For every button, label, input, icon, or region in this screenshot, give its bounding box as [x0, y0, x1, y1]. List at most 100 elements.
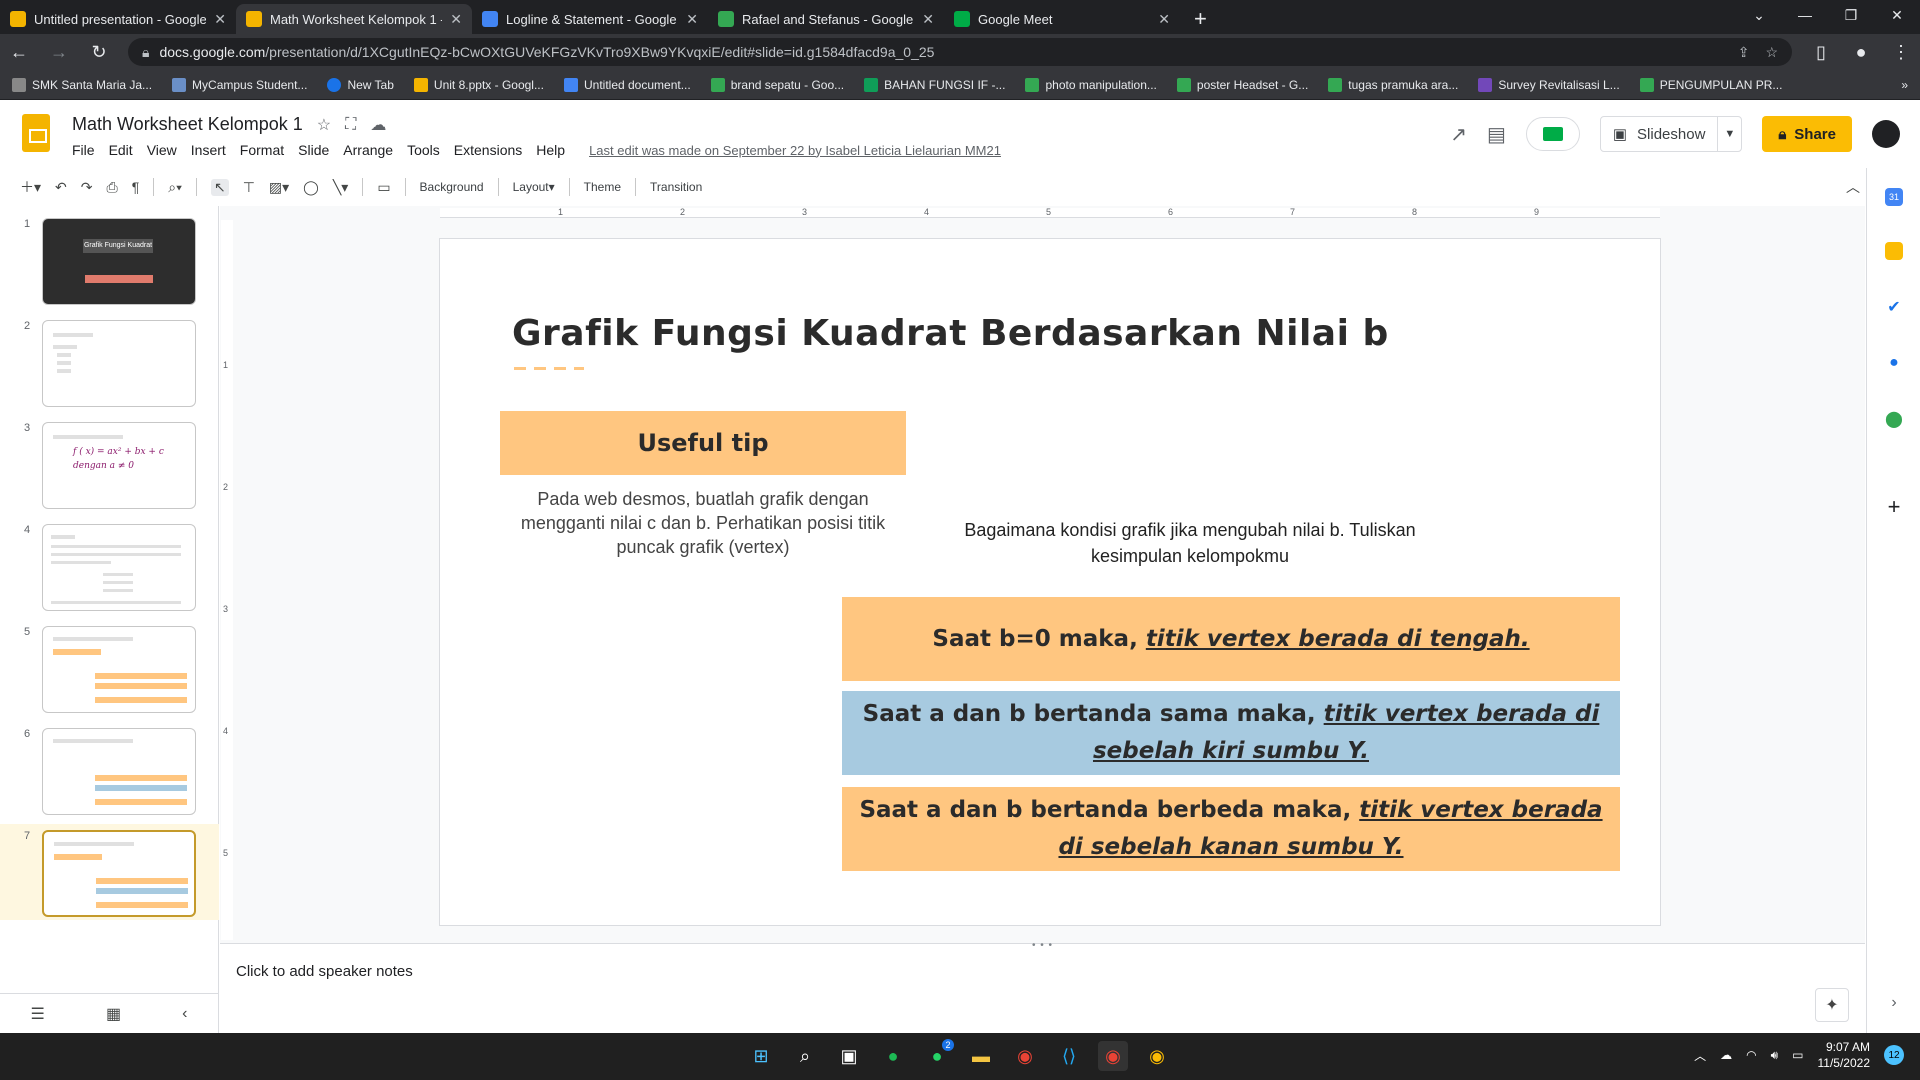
add-addon-icon[interactable]: +	[1885, 494, 1903, 519]
line-icon[interactable]: ╲▾	[333, 179, 348, 196]
browser-tab[interactable]: Untitled presentation - Google Sl ✕	[0, 4, 236, 34]
wifi-icon[interactable]: ◠	[1746, 1048, 1756, 1062]
share-page-icon[interactable]: ⇪	[1738, 44, 1750, 61]
grid-view-icon[interactable]: ▦	[106, 1004, 121, 1024]
windows-start-icon[interactable]: ⊞	[746, 1041, 776, 1071]
answer-box-1[interactable]: Saat b=0 maka, titik vertex berada di te…	[842, 597, 1620, 681]
speaker-notes-input[interactable]: Click to add speaker notes	[236, 963, 413, 980]
useful-tip-box[interactable]: Useful tip	[500, 411, 906, 475]
current-slide[interactable]: Grafik Fungsi Kuadrat Berdasarkan Nilai …	[440, 239, 1660, 925]
menu-tools[interactable]: Tools	[407, 142, 440, 158]
tray-expand-icon[interactable]: ︿	[1694, 1047, 1706, 1064]
menu-help[interactable]: Help	[536, 142, 565, 158]
bookmark-item[interactable]: Survey Revitalisasi L...	[1478, 77, 1620, 92]
calendar-icon[interactable]: 31	[1885, 188, 1903, 206]
bookmark-item[interactable]: poster Headset - G...	[1176, 77, 1308, 92]
reload-icon[interactable]: ↻	[88, 42, 110, 63]
tip-body-text[interactable]: Pada web desmos, buatlah grafik dengan m…	[510, 487, 896, 559]
chrome-canary-icon[interactable]: ◉	[1142, 1041, 1172, 1071]
bookmark-item[interactable]: SMK Santa Maria Ja...	[12, 77, 152, 92]
select-cursor-icon[interactable]: ↖	[210, 178, 229, 196]
menu-edit[interactable]: Edit	[109, 142, 133, 158]
collapse-filmstrip-icon[interactable]: ‹	[182, 1005, 187, 1023]
browser-tab[interactable]: Rafael and Stefanus - Google Dri ✕	[708, 4, 944, 34]
side-panel-icon[interactable]: ▯	[1810, 42, 1832, 63]
tab-close-icon[interactable]: ✕	[686, 11, 698, 28]
hide-side-panel-icon[interactable]: ›	[1885, 994, 1903, 1012]
answer-box-2[interactable]: Saat a dan b bertanda sama maka, titik v…	[842, 691, 1620, 775]
slides-logo-icon[interactable]	[22, 114, 50, 152]
chrome-icon[interactable]: ◉	[1010, 1041, 1040, 1071]
restore-icon[interactable]: ❐	[1828, 0, 1874, 30]
slide-thumbnail-6[interactable]: 6	[0, 722, 219, 818]
slide-thumbnail-3[interactable]: 3 f ( x) = ax² + bx + c dengan a ≠ 0	[0, 416, 219, 512]
paint-format-icon[interactable]: ¶	[132, 179, 140, 195]
spotify-icon[interactable]: ●	[878, 1041, 908, 1071]
menu-kebab-icon[interactable]: ⋮	[1890, 42, 1912, 63]
slideshow-button[interactable]: ▣ Slideshow ▼	[1599, 116, 1743, 152]
meet-button[interactable]	[1525, 117, 1580, 151]
notification-badge[interactable]: 12	[1884, 1045, 1904, 1065]
minimize-icon[interactable]: —	[1782, 0, 1828, 30]
answer-box-3[interactable]: Saat a dan b bertanda berbeda maka, titi…	[842, 787, 1620, 871]
browser-tab[interactable]: Google Meet ✕	[944, 4, 1180, 34]
bookmark-item[interactable]: BAHAN FUNGSI IF -...	[864, 77, 1005, 92]
volume-icon[interactable]: 🔊︎	[1771, 1048, 1779, 1063]
menu-slide[interactable]: Slide	[298, 142, 329, 158]
notes-resize-handle[interactable]: • • •	[1032, 940, 1053, 951]
tasks-icon[interactable]: ✔	[1885, 298, 1903, 316]
back-icon[interactable]: ←	[8, 42, 30, 63]
new-slide-icon[interactable]: ＋▾	[20, 177, 41, 197]
bookmark-item[interactable]: MyCampus Student...	[172, 77, 307, 92]
text-box-icon[interactable]: ⊤	[243, 179, 255, 196]
slide-thumbnail-4[interactable]: 4	[0, 518, 219, 614]
shape-icon[interactable]: ◯	[303, 179, 319, 196]
profile-icon[interactable]: ●	[1850, 42, 1872, 63]
clock[interactable]: 9:07 AM 11/5/2022	[1818, 1039, 1871, 1071]
slide-thumbnail-5[interactable]: 5	[0, 620, 219, 716]
forward-icon[interactable]: →	[48, 42, 70, 63]
cloud-status-icon[interactable]: ☁	[370, 115, 386, 135]
url-field[interactable]: 🔒︎ docs.google.com/presentation/d/1XCgut…	[128, 38, 1792, 66]
avatar[interactable]	[1872, 120, 1900, 148]
explore-icon[interactable]: ✦	[1815, 988, 1849, 1022]
browser-tab-active[interactable]: Math Worksheet Kelompok 1 - G ✕	[236, 4, 472, 34]
comments-icon[interactable]: ▤	[1487, 122, 1506, 147]
menu-format[interactable]: Format	[240, 142, 284, 158]
theme-button[interactable]: Theme	[584, 180, 621, 194]
onedrive-icon[interactable]: ☁	[1720, 1048, 1732, 1062]
bookmark-item[interactable]: photo manipulation...	[1025, 77, 1157, 92]
bookmark-item[interactable]: brand sepatu - Goo...	[710, 77, 844, 92]
add-comment-icon[interactable]: ▭	[377, 179, 390, 196]
slide-title[interactable]: Grafik Fungsi Kuadrat Berdasarkan Nilai …	[512, 313, 1389, 354]
close-window-icon[interactable]: ✕	[1874, 0, 1920, 30]
keep-icon[interactable]	[1885, 242, 1903, 260]
tab-close-icon[interactable]: ✕	[214, 11, 226, 28]
battery-icon[interactable]: ▭	[1792, 1048, 1803, 1062]
image-icon[interactable]: ▨▾	[269, 179, 289, 196]
slide-thumbnail-2[interactable]: 2	[0, 314, 219, 410]
task-view-icon[interactable]: ▣	[834, 1041, 864, 1071]
more-bookmarks-button[interactable]: »	[1901, 78, 1908, 92]
bookmark-item[interactable]: PENGUMPULAN PR...	[1639, 77, 1782, 92]
move-folder-icon[interactable]: ⛶	[345, 116, 356, 134]
doc-title[interactable]: Math Worksheet Kelompok 1	[72, 114, 303, 135]
maps-icon[interactable]: ⬤	[1885, 410, 1903, 428]
file-explorer-icon[interactable]: ▬	[966, 1041, 996, 1071]
tab-close-icon[interactable]: ✕	[1158, 11, 1170, 28]
slide-thumbnail-7[interactable]: 7	[0, 824, 219, 920]
bookmark-item[interactable]: New Tab	[327, 77, 394, 92]
share-button[interactable]: 🔒︎ Share	[1762, 116, 1852, 152]
menu-extensions[interactable]: Extensions	[454, 142, 522, 158]
menu-insert[interactable]: Insert	[191, 142, 226, 158]
slide-thumbnail-1[interactable]: 1 Grafik Fungsi Kuadrat	[0, 212, 219, 308]
tab-close-icon[interactable]: ✕	[922, 11, 934, 28]
horizontal-ruler[interactable]: 1 2 3 4 5 6 7 8 9	[440, 207, 1660, 218]
star-icon[interactable]: ☆	[317, 115, 331, 135]
slideshow-dropdown-icon[interactable]: ▼	[1718, 128, 1741, 140]
tab-search-icon[interactable]: ⌄	[1736, 0, 1782, 30]
new-tab-button[interactable]: +	[1194, 4, 1207, 34]
menu-file[interactable]: File	[72, 142, 95, 158]
list-view-icon[interactable]: ☰	[31, 1004, 45, 1024]
print-icon[interactable]: ⎙	[107, 179, 118, 196]
